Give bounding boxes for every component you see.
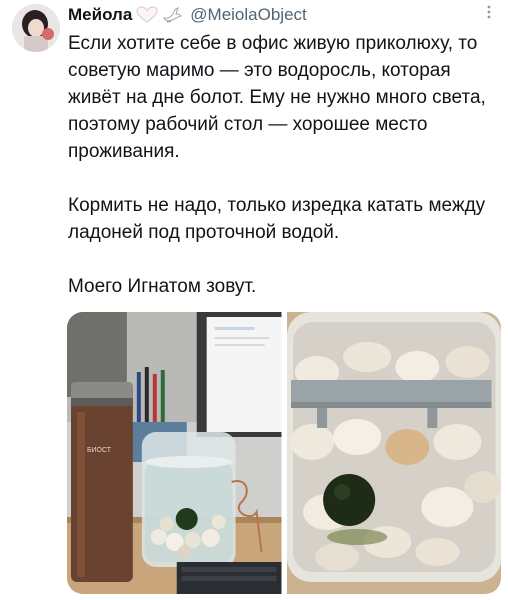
bottle-label: БИОСТ [87, 447, 112, 454]
marimo-closeup-photo[interactable] [286, 312, 501, 594]
author-name[interactable]: Мейола [68, 5, 132, 25]
avatar[interactable] [12, 4, 60, 52]
tweet-paragraph: Если хотите себе в офис живую приколюху,… [68, 33, 486, 162]
dove-icon [162, 6, 183, 24]
office-desk-jar-photo[interactable]: БИОСТ [67, 312, 282, 594]
tweet-paragraph: Кормить не надо, только изредка катать м… [68, 195, 486, 243]
avatar-image [12, 4, 60, 52]
more-options-icon[interactable] [486, 4, 492, 24]
tweet-paragraph: Моего Игнатом зовут. [68, 276, 257, 297]
white-heart-icon [136, 6, 158, 24]
tweet-header: Мейола @MeiolaObject [68, 4, 494, 26]
media-grid: БИОСТ [67, 312, 501, 594]
tweet: Мейола @MeiolaObject Если хотите себе в … [0, 0, 508, 600]
tweet-text: Если хотите себе в офис живую приколюху,… [68, 30, 498, 300]
author-handle[interactable]: @MeiolaObject [190, 5, 306, 25]
